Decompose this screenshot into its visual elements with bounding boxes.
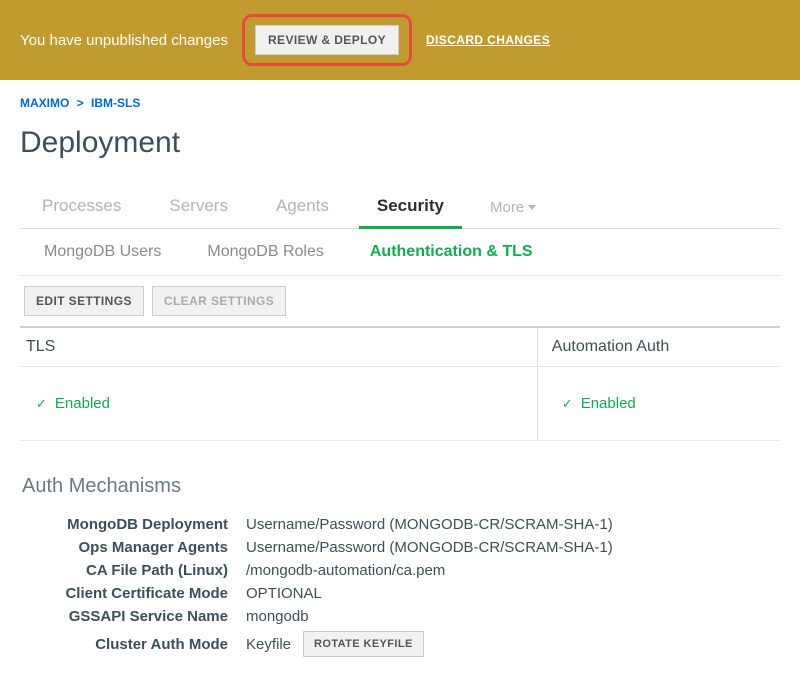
settings-action-row: EDIT SETTINGS CLEAR SETTINGS xyxy=(20,276,780,328)
auth-mechanisms-list: MongoDB DeploymentUsername/Password (MON… xyxy=(20,516,780,657)
subtab-mongodb-users[interactable]: MongoDB Users xyxy=(44,243,161,261)
tab-more-label: More xyxy=(490,199,524,216)
auth-row-key: Client Certificate Mode xyxy=(20,585,246,602)
auth-row: Client Certificate ModeOPTIONAL xyxy=(20,585,780,602)
highlight-annotation: REVIEW & DEPLOY xyxy=(242,14,412,66)
auth-row-key: GSSAPI Service Name xyxy=(20,608,246,625)
auth-row: CA File Path (Linux)/mongodb-automation/… xyxy=(20,562,780,579)
auth-row-value-text: OPTIONAL xyxy=(246,585,322,602)
tab-security[interactable]: Security xyxy=(375,186,446,228)
tls-status: ✓ Enabled xyxy=(26,377,110,430)
discard-changes-link[interactable]: DISCARD CHANGES xyxy=(426,33,550,47)
auth-row-key: MongoDB Deployment xyxy=(20,516,246,533)
automation-auth-status-label: Enabled xyxy=(581,395,636,412)
rotate-keyfile-button[interactable]: ROTATE KEYFILE xyxy=(303,631,424,657)
subtab-auth-tls[interactable]: Authentication & TLS xyxy=(370,243,533,261)
automation-auth-status: ✓ Enabled xyxy=(552,377,636,430)
auth-row-value: Username/Password (MONGODB-CR/SCRAM-SHA-… xyxy=(246,516,613,533)
breadcrumb-leaf[interactable]: IBM-SLS xyxy=(91,96,140,110)
chevron-down-icon xyxy=(528,205,536,210)
unpublished-changes-banner: You have unpublished changes REVIEW & DE… xyxy=(0,0,800,80)
check-icon: ✓ xyxy=(562,396,573,412)
auth-mechanisms-heading: Auth Mechanisms xyxy=(22,475,780,498)
breadcrumb-separator: > xyxy=(77,96,84,110)
breadcrumb: MAXIMO > IBM-SLS xyxy=(20,80,780,122)
auth-row-value-text: Username/Password (MONGODB-CR/SCRAM-SHA-… xyxy=(246,539,613,556)
auth-row-value-text: mongodb xyxy=(246,608,309,625)
tab-processes[interactable]: Processes xyxy=(40,186,123,228)
auth-row-key: Cluster Auth Mode xyxy=(20,636,246,653)
check-icon: ✓ xyxy=(36,396,47,412)
status-header-row: TLS Automation Auth xyxy=(20,328,780,367)
auth-row: MongoDB DeploymentUsername/Password (MON… xyxy=(20,516,780,533)
banner-message: You have unpublished changes xyxy=(20,32,228,49)
subtab-mongodb-roles[interactable]: MongoDB Roles xyxy=(207,243,324,261)
auth-row-value-text: /mongodb-automation/ca.pem xyxy=(246,562,445,579)
auth-row-key: Ops Manager Agents xyxy=(20,539,246,556)
edit-settings-button[interactable]: EDIT SETTINGS xyxy=(24,286,144,316)
security-subtabs: MongoDB Users MongoDB Roles Authenticati… xyxy=(20,229,780,276)
auth-row-key: CA File Path (Linux) xyxy=(20,562,246,579)
breadcrumb-root[interactable]: MAXIMO xyxy=(20,96,69,110)
tab-agents[interactable]: Agents xyxy=(274,186,331,228)
auth-row: GSSAPI Service Namemongodb xyxy=(20,608,780,625)
status-value-row: ✓ Enabled ✓ Enabled xyxy=(20,367,780,441)
tls-column-header: TLS xyxy=(26,338,531,356)
auth-row-value: OPTIONAL xyxy=(246,585,322,602)
auth-row-value: mongodb xyxy=(246,608,309,625)
clear-settings-button[interactable]: CLEAR SETTINGS xyxy=(152,286,286,316)
tab-servers[interactable]: Servers xyxy=(167,186,230,228)
primary-tabs: Processes Servers Agents Security More xyxy=(20,186,780,229)
tls-status-label: Enabled xyxy=(55,395,110,412)
tab-more[interactable]: More xyxy=(490,199,536,216)
auth-row-value: Keyfile ROTATE KEYFILE xyxy=(246,631,424,657)
auth-row-value: /mongodb-automation/ca.pem xyxy=(246,562,445,579)
auth-row-value: Username/Password (MONGODB-CR/SCRAM-SHA-… xyxy=(246,539,613,556)
review-deploy-button[interactable]: REVIEW & DEPLOY xyxy=(255,25,399,55)
auth-row-value-text: Username/Password (MONGODB-CR/SCRAM-SHA-… xyxy=(246,516,613,533)
page-title: Deployment xyxy=(20,126,780,160)
automation-auth-column-header: Automation Auth xyxy=(552,338,774,356)
auth-row: Cluster Auth ModeKeyfile ROTATE KEYFILE xyxy=(20,631,780,657)
auth-row: Ops Manager AgentsUsername/Password (MON… xyxy=(20,539,780,556)
auth-row-value-text: Keyfile xyxy=(246,636,291,653)
